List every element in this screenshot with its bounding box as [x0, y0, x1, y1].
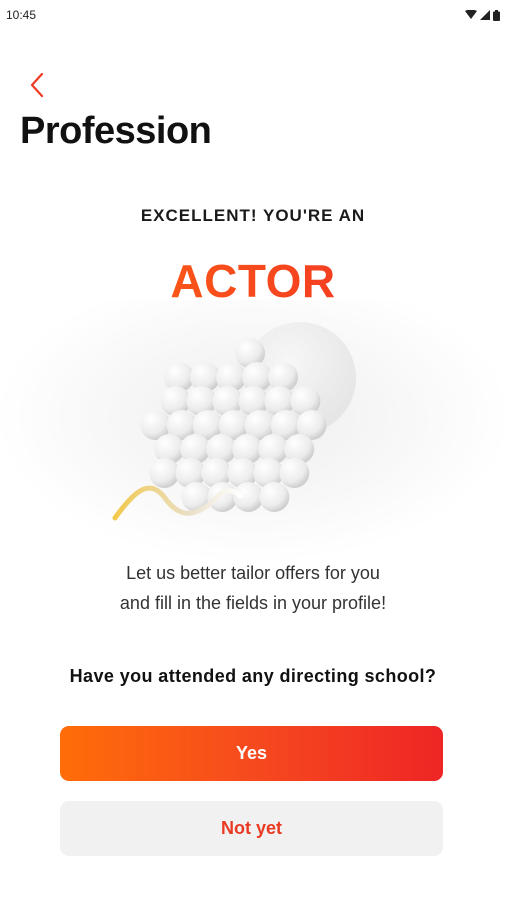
- status-bar: 10:45: [0, 0, 506, 30]
- sphere-bead: [207, 482, 238, 512]
- result-eyebrow: EXCELLENT! YOU'RE AN: [140, 206, 366, 225]
- sphere-illustration: [112, 322, 356, 521]
- sphere-bead: [259, 482, 290, 512]
- yes-button-label: Yes: [235, 743, 268, 763]
- hero-illustration: [0, 300, 506, 560]
- not-yet-button-label: Not yet: [220, 818, 282, 838]
- battery-icon: [493, 9, 500, 21]
- sphere-bead: [279, 458, 310, 488]
- page-title: Profession: [20, 110, 212, 152]
- status-time: 10:45: [6, 8, 37, 22]
- description-line-1: Let us better tailor offers for you: [126, 563, 380, 583]
- sphere-bead: [149, 458, 180, 488]
- not-yet-button[interactable]: Not yet: [60, 801, 443, 856]
- status-icons: [465, 9, 500, 21]
- signal-icon: [480, 10, 490, 20]
- description: Let us better tailor offers for you and …: [0, 558, 506, 618]
- chevron-left-icon: [30, 72, 44, 98]
- back-button[interactable]: [22, 70, 52, 100]
- description-line-2: and fill in the fields in your profile!: [119, 593, 387, 613]
- wifi-icon: [465, 10, 477, 19]
- yes-button[interactable]: Yes: [60, 726, 443, 781]
- question-text: Have you attended any directing school?: [69, 666, 437, 686]
